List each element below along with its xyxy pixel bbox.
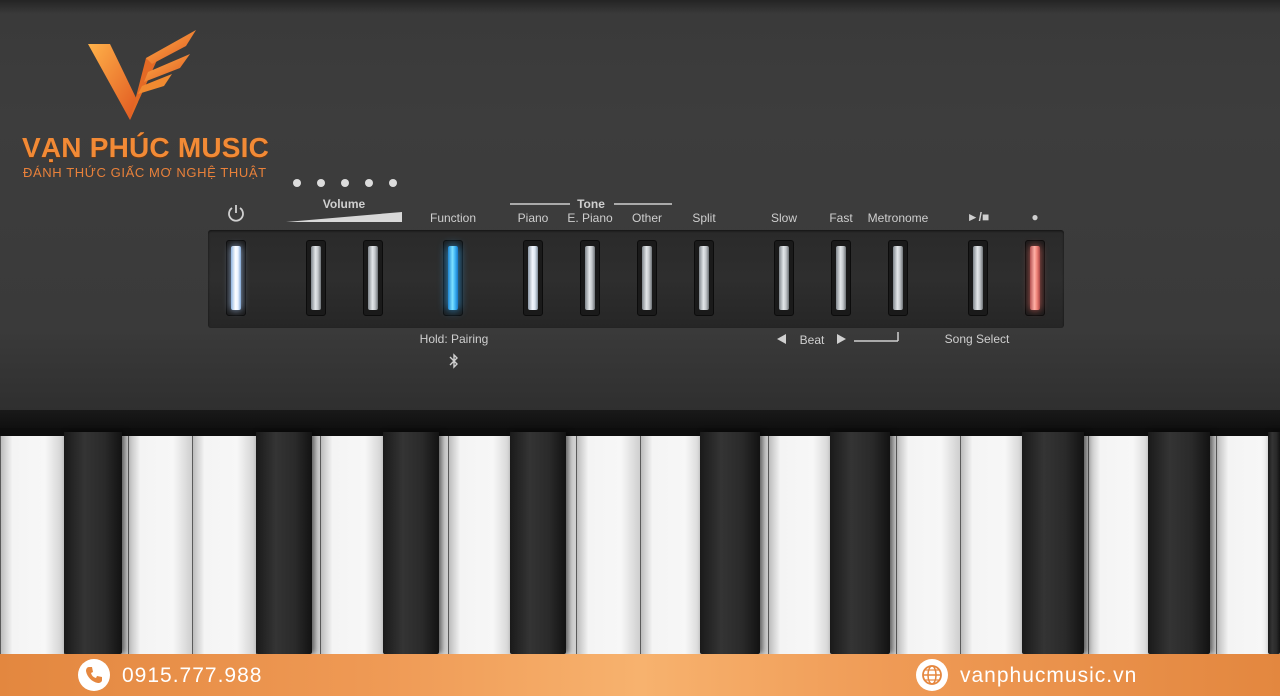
white-key[interactable] <box>960 436 1024 654</box>
volume-down-button[interactable] <box>306 240 326 316</box>
split-label: Split <box>692 211 716 225</box>
phone-icon <box>78 659 110 691</box>
globe-icon <box>916 659 948 691</box>
song-select-label: Song Select <box>944 332 1010 346</box>
white-key[interactable] <box>1088 436 1152 654</box>
piano-label: Piano <box>517 211 549 225</box>
white-key[interactable] <box>192 436 256 654</box>
brand-name: VẠN PHÚC MUSIC <box>22 132 270 163</box>
volume-up-button[interactable] <box>363 240 383 316</box>
white-key[interactable] <box>640 436 704 654</box>
metronome-label: Metronome <box>867 211 929 225</box>
bluetooth-icon <box>449 353 458 369</box>
function-label: Function <box>429 211 477 225</box>
volume-level-dot <box>317 179 325 187</box>
white-key[interactable] <box>448 436 512 654</box>
white-key[interactable] <box>128 436 192 654</box>
volume-level-dot <box>341 179 349 187</box>
other-button[interactable] <box>637 240 657 316</box>
split-button[interactable] <box>694 240 714 316</box>
white-key[interactable] <box>0 436 64 654</box>
black-key[interactable] <box>700 432 760 654</box>
product-photo: VẠN PHÚC MUSIC ĐÁNH THỨC GIẤC MƠ NGHỆ TH… <box>0 0 1280 696</box>
white-key[interactable] <box>768 436 832 654</box>
power-button[interactable] <box>226 240 246 316</box>
epiano-button[interactable] <box>580 240 600 316</box>
volume-level-dot <box>293 179 301 187</box>
record-label: ● <box>1031 210 1039 224</box>
white-key[interactable] <box>576 436 640 654</box>
black-key[interactable] <box>383 432 439 654</box>
brand-logo-icon <box>88 30 196 120</box>
fast-label: Fast <box>829 211 853 225</box>
black-key[interactable] <box>256 432 312 654</box>
volume-level-dot <box>365 179 373 187</box>
power-icon <box>228 205 244 222</box>
black-key[interactable] <box>1148 432 1210 654</box>
hold-pairing-label: Hold: Pairing <box>419 332 489 346</box>
metronome-button[interactable] <box>888 240 908 316</box>
slow-button[interactable] <box>774 240 794 316</box>
piano-button[interactable] <box>523 240 543 316</box>
button-strip <box>208 230 1064 328</box>
other-label: Other <box>631 211 663 225</box>
epiano-label: E. Piano <box>567 211 613 225</box>
beat-label: Beat <box>799 333 825 347</box>
black-key[interactable] <box>64 432 122 654</box>
beat-arrows <box>777 332 899 344</box>
black-key[interactable] <box>830 432 890 654</box>
record-button[interactable] <box>1025 240 1045 316</box>
black-key[interactable] <box>1268 432 1280 654</box>
play-stop-label: ►/■ <box>966 210 990 224</box>
slow-label: Slow <box>770 211 798 225</box>
volume-level-dot <box>389 179 397 187</box>
volume-label: Volume <box>322 197 366 211</box>
black-key[interactable] <box>1022 432 1084 654</box>
play-stop-button[interactable] <box>968 240 988 316</box>
white-key[interactable] <box>320 436 384 654</box>
function-button[interactable] <box>443 240 463 316</box>
tone-label: Tone <box>577 197 605 211</box>
white-key[interactable] <box>896 436 960 654</box>
brand-tagline: ĐÁNH THỨC GIẤC MƠ NGHỆ THUẬT <box>23 165 267 180</box>
phone-number[interactable]: 0915.777.988 <box>122 664 262 688</box>
black-key[interactable] <box>510 432 566 654</box>
website-link[interactable]: vanphucmusic.vn <box>960 664 1137 688</box>
fast-button[interactable] <box>831 240 851 316</box>
